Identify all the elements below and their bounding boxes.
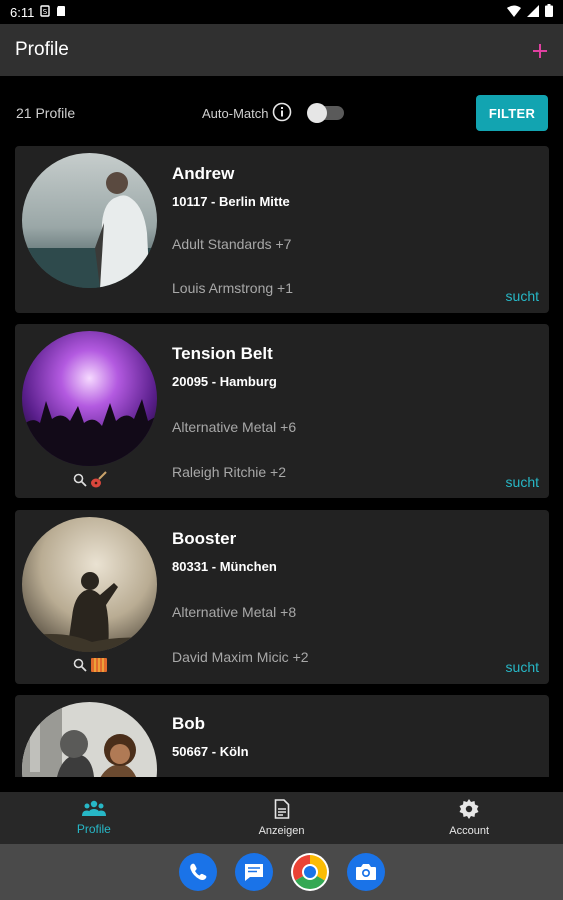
profile-genres: Adult Standards +7 xyxy=(172,236,292,252)
profile-status: sucht xyxy=(505,659,539,675)
nav-account[interactable]: Account xyxy=(375,792,563,844)
avatar xyxy=(22,153,157,288)
profile-status: sucht xyxy=(505,288,539,304)
profile-badges xyxy=(73,471,108,494)
wifi-icon xyxy=(507,5,521,20)
automatch-toggle[interactable] xyxy=(307,103,345,123)
messages-icon[interactable] xyxy=(234,853,273,891)
accordion-icon xyxy=(90,657,108,678)
avatar xyxy=(22,517,157,652)
profile-card[interactable]: Andrew 10117 - Berlin Mitte Adult Standa… xyxy=(15,146,549,313)
profile-genres: Alternative Metal +8 xyxy=(172,604,297,620)
status-time: 6:11 xyxy=(10,4,35,20)
sim-icon: S xyxy=(40,4,51,20)
guitar-icon xyxy=(90,471,108,494)
profile-name: Andrew xyxy=(172,164,235,183)
camera-icon[interactable] xyxy=(346,853,385,891)
automatch-label: Auto-Match xyxy=(202,105,269,121)
add-profile-button[interactable] xyxy=(532,37,548,63)
plus-icon xyxy=(533,44,547,58)
avatar xyxy=(22,702,157,777)
app-bar: Profile xyxy=(0,24,563,76)
profile-name: Bob xyxy=(172,714,206,733)
page-title: Profile xyxy=(15,39,69,60)
nav-profile-label: Profile xyxy=(76,822,111,836)
profile-name: Booster xyxy=(172,529,237,548)
profile-artists: Raleigh Ritchie +2 xyxy=(172,464,287,480)
profile-genres: Alternative Metal +6 xyxy=(172,419,297,435)
nav-anzeigen-label: Anzeigen xyxy=(258,825,305,837)
screen: 6:11 S Profile 21 Profile Auto-Match FIL… xyxy=(0,0,563,900)
automatch-control: Auto-Match xyxy=(202,102,345,125)
profile-count: 21 Profile xyxy=(16,105,76,121)
info-icon[interactable] xyxy=(272,102,292,125)
signal-icon xyxy=(527,4,539,20)
nav-profile[interactable]: Profile xyxy=(0,792,188,844)
svg-text:S: S xyxy=(43,8,48,16)
profile-badges xyxy=(73,657,108,678)
search-icon xyxy=(73,473,87,492)
profile-location: 50667 - Köln xyxy=(172,744,249,759)
document-icon xyxy=(274,799,290,822)
nav-account-label: Account xyxy=(449,825,490,837)
profile-artists: Louis Armstrong +1 xyxy=(172,280,294,296)
filter-button[interactable]: FILTER xyxy=(476,95,548,131)
people-icon xyxy=(81,800,106,819)
chrome-icon[interactable] xyxy=(290,853,329,891)
phone-icon[interactable] xyxy=(178,853,217,891)
search-icon xyxy=(73,658,87,677)
avatar xyxy=(22,331,157,466)
profile-artists: David Maxim Micic +2 xyxy=(172,649,309,665)
battery-icon xyxy=(545,4,553,20)
profile-status: sucht xyxy=(505,474,539,490)
profile-card[interactable]: Booster 80331 - München Alternative Meta… xyxy=(15,510,549,684)
profile-name: Tension Belt xyxy=(172,344,273,363)
bottom-navigation: Profile Anzeigen Account xyxy=(0,792,563,844)
system-dock xyxy=(0,844,563,900)
profile-location: 80331 - München xyxy=(172,559,277,574)
gear-icon xyxy=(459,799,479,822)
profile-location: 20095 - Hamburg xyxy=(172,374,277,389)
status-bar: 6:11 S xyxy=(0,0,563,24)
filter-bar: 21 Profile Auto-Match FILTER xyxy=(0,95,563,131)
profile-card[interactable]: Tension Belt 20095 - Hamburg Alternative… xyxy=(15,324,549,498)
profile-location: 10117 - Berlin Mitte xyxy=(172,194,290,209)
nav-anzeigen[interactable]: Anzeigen xyxy=(188,792,376,844)
sd-card-icon xyxy=(56,5,66,20)
profile-list: Andrew 10117 - Berlin Mitte Adult Standa… xyxy=(15,146,549,777)
profile-card[interactable]: Bob 50667 - Köln xyxy=(15,695,549,777)
